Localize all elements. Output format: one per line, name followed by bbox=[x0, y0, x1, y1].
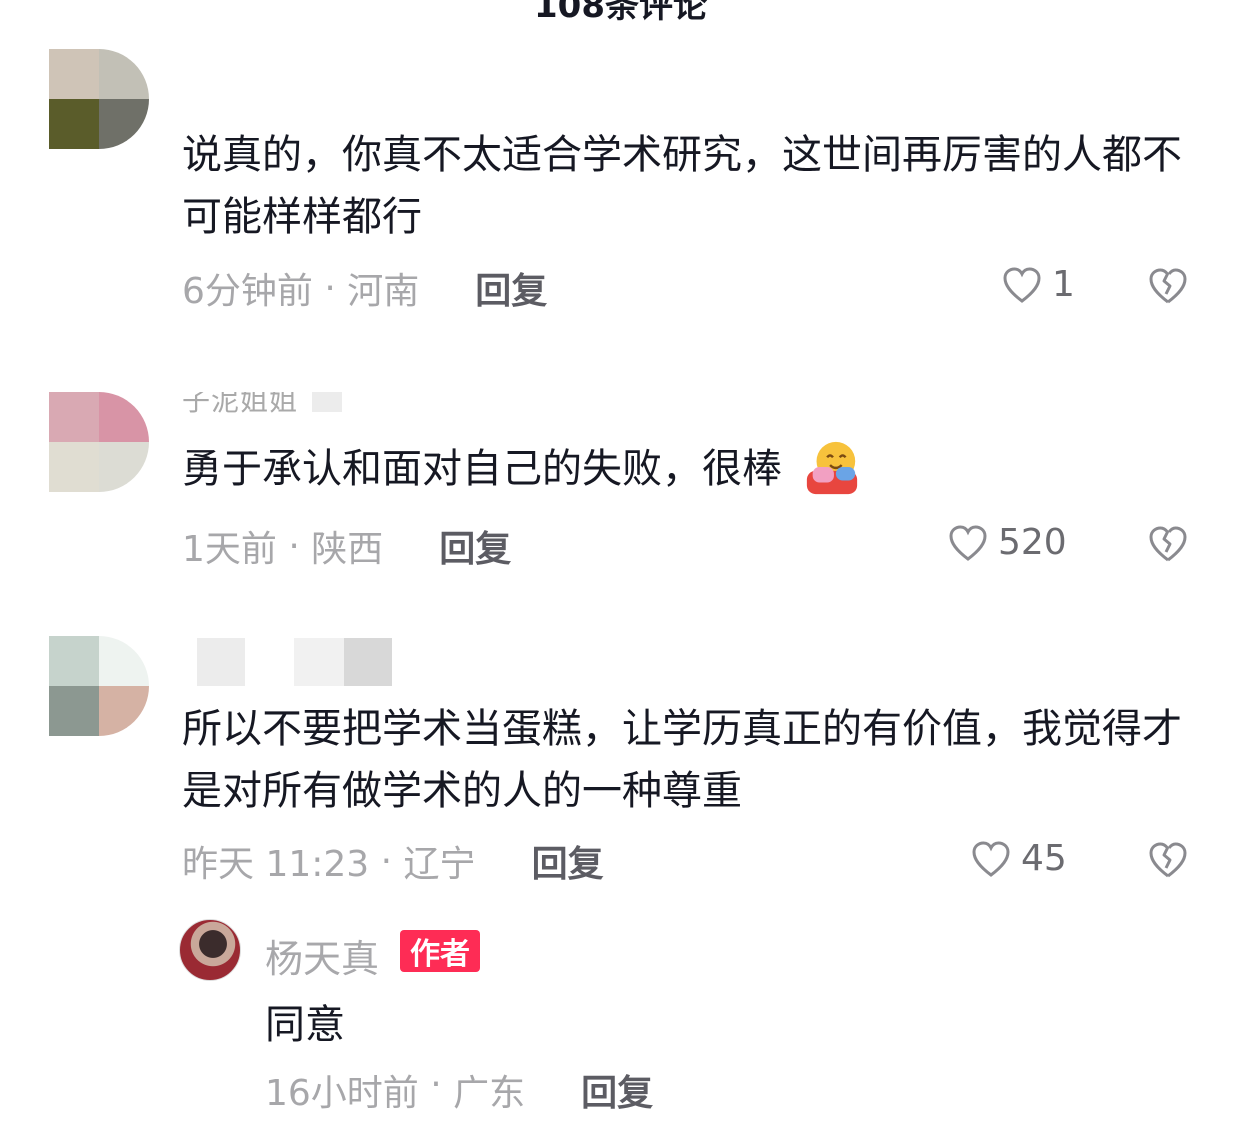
reply-username[interactable]: 杨天真 bbox=[265, 928, 379, 983]
avatar[interactable] bbox=[49, 392, 149, 492]
avatar[interactable] bbox=[49, 49, 149, 149]
author-avatar[interactable] bbox=[179, 919, 241, 981]
avatar-pixel bbox=[49, 636, 99, 686]
comment-time: 1天前 bbox=[182, 529, 277, 570]
meta-separator: · bbox=[312, 267, 348, 309]
like-count: 1 bbox=[1052, 264, 1075, 305]
author-badge: 作者 bbox=[400, 930, 480, 972]
comment-count-title: 108条评论 bbox=[534, 0, 707, 26]
like-button[interactable]: 1 bbox=[1002, 264, 1075, 305]
username-blur bbox=[197, 638, 245, 686]
dislike-broken-heart-icon[interactable] bbox=[1147, 524, 1189, 564]
meta-separator: · bbox=[418, 1064, 454, 1105]
avatar-pixel bbox=[99, 392, 149, 442]
comment-location: 辽宁 bbox=[403, 844, 476, 885]
avatar-pixel bbox=[49, 392, 99, 442]
comment-meta: 昨天 11:23 · 辽宁 回复 bbox=[182, 835, 604, 887]
meta-separator: · bbox=[369, 840, 404, 882]
like-button[interactable]: 45 bbox=[971, 838, 1067, 879]
avatar-pixel bbox=[99, 442, 149, 492]
meta-separator: · bbox=[276, 525, 312, 567]
comment-meta: 6分钟前 · 河南 回复 bbox=[182, 262, 547, 314]
username-blur bbox=[294, 638, 344, 686]
reply-button[interactable]: 回复 bbox=[439, 520, 511, 572]
username-blur bbox=[344, 638, 392, 686]
avatar-pixel bbox=[99, 99, 149, 149]
heart-icon bbox=[1003, 266, 1041, 303]
hugging-face-emoji-icon bbox=[806, 441, 857, 495]
reply-text: 同意 bbox=[265, 1002, 345, 1048]
comment-location: 陕西 bbox=[311, 529, 384, 570]
comment-time: 6分钟前 bbox=[182, 271, 313, 312]
reply-button[interactable]: 回复 bbox=[532, 835, 604, 887]
avatar-pixel bbox=[99, 636, 149, 686]
reply-meta: 16小时前 · 广东 回复 bbox=[265, 1064, 653, 1116]
avatar[interactable] bbox=[49, 636, 149, 736]
avatar-pixel bbox=[49, 686, 99, 736]
avatar-pixel bbox=[49, 442, 99, 492]
comment-text: 勇于承认和面对自己的失败，很棒 bbox=[182, 438, 1192, 500]
comment-time: 昨天 11:23 bbox=[182, 844, 370, 885]
avatar-pixel bbox=[49, 49, 99, 99]
like-count: 45 bbox=[1021, 838, 1067, 879]
username-blur bbox=[312, 392, 342, 412]
avatar-pixel bbox=[99, 49, 149, 99]
reply-button[interactable]: 回复 bbox=[581, 1064, 653, 1116]
reply-time: 16小时前 bbox=[265, 1073, 419, 1114]
like-count: 520 bbox=[998, 522, 1067, 563]
like-button[interactable]: 520 bbox=[948, 522, 1067, 563]
reply-button[interactable]: 回复 bbox=[475, 262, 547, 314]
comment-text-content: 勇于承认和面对自己的失败，很棒 bbox=[182, 446, 782, 492]
comment-text: 说真的，你真不太适合学术研究，这世间再厉害的人都不可能样样都行 bbox=[182, 132, 1182, 240]
dislike-broken-heart-icon[interactable] bbox=[1147, 266, 1189, 306]
reply-location: 广东 bbox=[453, 1073, 526, 1114]
comment-page: 108条评论 说真的，你真不太适合学术研究，这世间再厉害的人都不可能样样都行 6… bbox=[0, 0, 1241, 1142]
dislike-broken-heart-icon[interactable] bbox=[1147, 840, 1189, 880]
comment-meta: 1天前 · 陕西 回复 bbox=[182, 520, 511, 572]
avatar-pixel bbox=[99, 686, 149, 736]
comment-username[interactable]: 子泥姐姐 bbox=[182, 392, 298, 418]
comment-text: 所以不要把学术当蛋糕，让学历真正的有价值，我觉得才是对所有做学术的人的一种尊重 bbox=[182, 706, 1182, 814]
comment-location: 河南 bbox=[347, 271, 420, 312]
heart-icon bbox=[949, 524, 987, 561]
avatar-pixel bbox=[49, 99, 99, 149]
heart-icon bbox=[972, 840, 1010, 877]
